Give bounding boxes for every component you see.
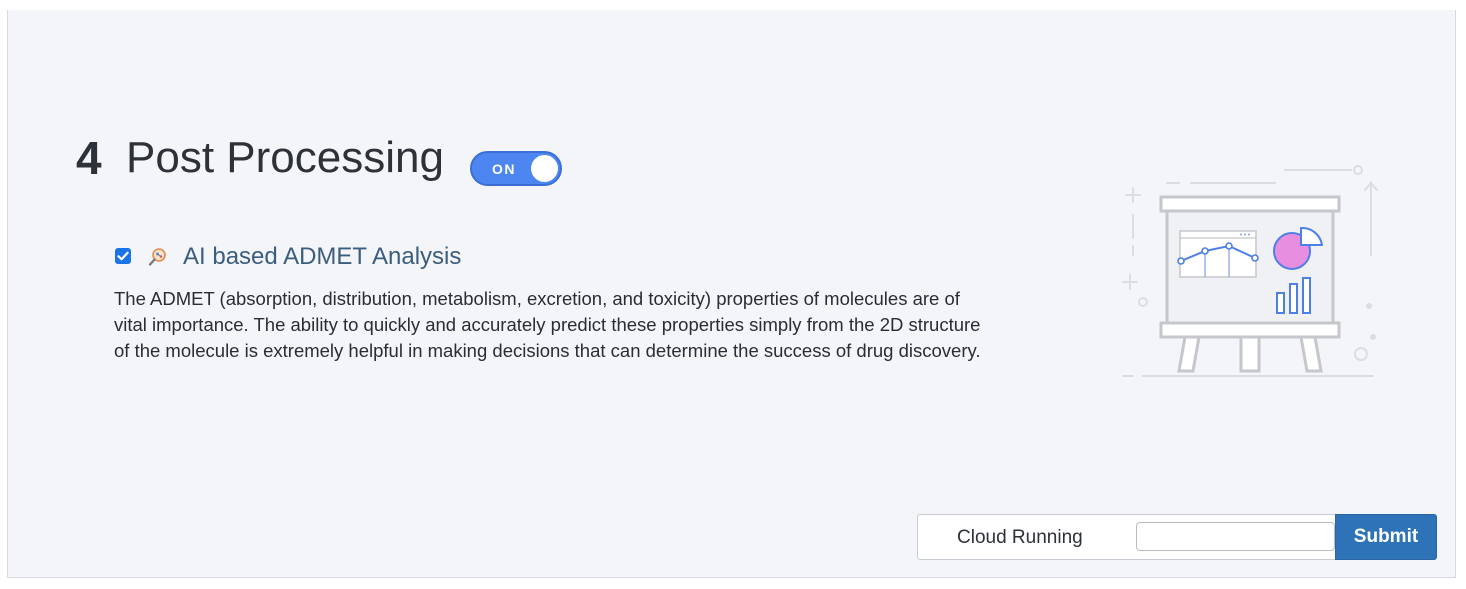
option-description: The ADMET (absorption, distribution, met… [114,288,981,361]
post-processing-toggle[interactable]: ON [470,151,562,186]
check-icon [117,251,129,261]
section-title: Post Processing [126,133,444,182]
submit-button[interactable]: Submit [1335,514,1437,560]
section-number: 4 [76,132,102,184]
toggle-label: ON [492,161,516,177]
cloud-running-box: Cloud Running [917,514,1337,560]
toggle-knob [531,155,558,182]
admet-checkbox[interactable] [115,248,131,264]
cloud-running-input[interactable] [1136,522,1335,551]
magnifier-molecule-icon [148,248,166,266]
presentation-board-chart-icon [1122,165,1378,377]
option-title: AI based ADMET Analysis [183,243,462,270]
cloud-running-label: Cloud Running [957,527,1083,548]
top-bar [0,0,1466,10]
